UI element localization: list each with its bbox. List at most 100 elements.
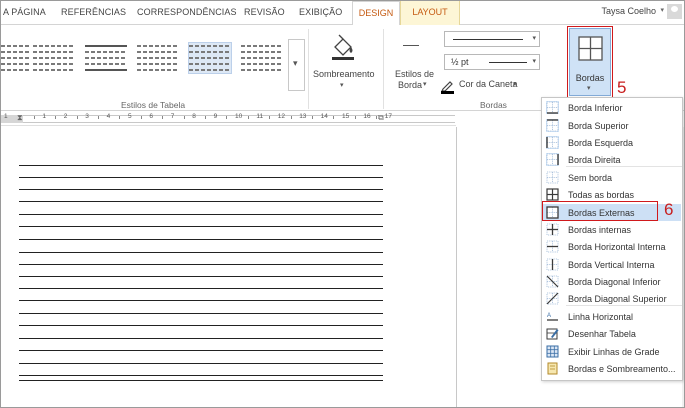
horizontal-line-icon: A bbox=[546, 310, 559, 323]
document-page[interactable] bbox=[1, 127, 457, 407]
table-row-line[interactable] bbox=[19, 264, 383, 265]
diagonal-down-border-icon bbox=[546, 275, 559, 288]
ruler-tick bbox=[97, 116, 99, 119]
menu-item-horizontal-line[interactable]: A Linha Horizontal bbox=[543, 308, 681, 325]
tab-layout[interactable]: LAYOUT bbox=[400, 1, 460, 25]
table-row-line[interactable] bbox=[19, 276, 383, 277]
menu-item-inside-horizontal-border[interactable]: Borda Horizontal Interna bbox=[543, 238, 681, 255]
table-row-line[interactable] bbox=[19, 226, 383, 227]
menu-item-label: Sem borda bbox=[568, 172, 613, 183]
table-style-thumb[interactable] bbox=[137, 43, 179, 73]
chevron-down-icon[interactable]: ▾ bbox=[532, 57, 536, 65]
table-style-thumb[interactable] bbox=[85, 43, 127, 73]
ruler-number: 10 bbox=[235, 113, 243, 120]
menu-item-diagonal-down-border[interactable]: Borda Diagonal Inferior bbox=[543, 273, 681, 290]
tab-references[interactable]: REFERÊNCIAS bbox=[61, 7, 126, 17]
menu-item-label: Borda Superior bbox=[568, 120, 629, 131]
gallery-more-button[interactable] bbox=[288, 39, 305, 91]
ruler-number: 9 bbox=[213, 113, 218, 120]
draw-table-icon bbox=[546, 327, 559, 340]
paint-bucket-icon[interactable] bbox=[329, 33, 357, 61]
menu-item-label: Borda Direita bbox=[568, 154, 621, 165]
tab-design[interactable]: DESIGN bbox=[352, 1, 400, 26]
table-row-line[interactable] bbox=[19, 214, 383, 215]
tab-review[interactable]: REVISÃO bbox=[244, 7, 285, 17]
table-row-line[interactable] bbox=[19, 313, 383, 314]
group-label-table-styles: Estilos de Tabela bbox=[121, 100, 186, 110]
ruler-number: 1 bbox=[4, 113, 8, 120]
table-row-line[interactable] bbox=[19, 363, 383, 364]
tab-view[interactable]: EXIBIÇÃO bbox=[299, 7, 342, 17]
chevron-down-icon[interactable]: ▾ bbox=[532, 34, 536, 42]
menu-item-label: Borda Inferior bbox=[568, 102, 623, 113]
table-row-line[interactable] bbox=[19, 380, 383, 381]
word-window: A PÁGINA REFERÊNCIAS CORRESPONDÊNCIAS RE… bbox=[0, 0, 685, 408]
table-row-line[interactable] bbox=[19, 239, 383, 240]
annotation-highlight-5 bbox=[567, 26, 613, 98]
line-style-combo[interactable]: ▾ bbox=[444, 31, 540, 47]
ruler-tick bbox=[204, 116, 206, 119]
table-row-line[interactable] bbox=[19, 338, 383, 339]
shading-button[interactable]: Sombreamento bbox=[313, 69, 375, 79]
ruler-number: 3 bbox=[85, 113, 89, 120]
ruler-number: 13 bbox=[299, 113, 307, 120]
table-row-line[interactable] bbox=[19, 325, 383, 326]
menu-item-border-left[interactable]: Borda Esquerda bbox=[543, 134, 681, 151]
horizontal-ruler[interactable]: ⧗ 1 2 3 4 5 6 7 8 9 10 11 12 13 14 15 16 17 1 ⧉ bbox=[1, 112, 456, 126]
table-row-line[interactable] bbox=[19, 165, 383, 166]
table-row-line[interactable] bbox=[19, 252, 383, 253]
ruler-tick bbox=[55, 116, 57, 119]
menu-item-no-border[interactable]: Sem borda bbox=[543, 169, 681, 186]
tab-page-layout[interactable]: A PÁGINA bbox=[3, 7, 46, 17]
inside-vertical-border-icon bbox=[546, 258, 559, 271]
table-style-thumb[interactable] bbox=[33, 43, 75, 73]
menu-item-label: Bordas internas bbox=[568, 224, 632, 235]
table-style-thumb-selected[interactable] bbox=[188, 42, 232, 74]
ruler-number: 16 bbox=[363, 113, 371, 120]
table-row-line[interactable] bbox=[19, 177, 383, 178]
ruler-number: 11 bbox=[256, 113, 264, 120]
table-row-line[interactable] bbox=[19, 288, 383, 289]
menu-item-border-top[interactable]: Borda Superior bbox=[543, 117, 681, 134]
chevron-down-icon[interactable]: ▾ bbox=[423, 80, 427, 88]
border-styles-button[interactable]: Estilos de bbox=[395, 69, 434, 79]
ruler-number: 1 bbox=[42, 113, 47, 120]
menu-item-inside-borders[interactable]: Bordas internas bbox=[543, 221, 681, 238]
ruler-number: 15 bbox=[342, 113, 350, 120]
ruler-tick bbox=[311, 116, 313, 119]
table-row-line[interactable] bbox=[19, 375, 383, 376]
border-styles-label[interactable]: Borda bbox=[398, 80, 422, 90]
chevron-down-icon[interactable]: ▾ bbox=[340, 81, 344, 89]
avatar[interactable] bbox=[667, 4, 682, 19]
column-marker-icon[interactable]: ⧉ bbox=[378, 113, 384, 123]
indent-marker-icon[interactable]: ⧗ bbox=[17, 113, 23, 123]
table-style-thumb[interactable] bbox=[241, 43, 283, 73]
table-row-line[interactable] bbox=[19, 300, 383, 301]
menu-item-inside-vertical-border[interactable]: Borda Vertical Interna bbox=[543, 256, 681, 273]
table-row-line[interactable] bbox=[19, 350, 383, 351]
table-row-line[interactable] bbox=[19, 189, 383, 190]
border-left-icon bbox=[546, 136, 559, 149]
menu-item-draw-table[interactable]: Desenhar Tabela bbox=[543, 325, 681, 342]
ribbon-tabs: A PÁGINA REFERÊNCIAS CORRESPONDÊNCIAS RE… bbox=[1, 1, 684, 26]
menu-item-label: Borda Horizontal Interna bbox=[568, 241, 666, 252]
pen-color-icon[interactable] bbox=[441, 79, 455, 94]
ruler-tick bbox=[269, 116, 271, 119]
table-style-thumb[interactable] bbox=[1, 43, 31, 73]
ruler-tick bbox=[162, 116, 164, 119]
menu-item-borders-shading[interactable]: Bordas e Sombreamento... bbox=[543, 360, 681, 377]
menu-item-view-gridlines[interactable]: Exibir Linhas de Grade bbox=[543, 343, 681, 360]
tab-mailings[interactable]: CORRESPONDÊNCIAS bbox=[137, 7, 237, 17]
ruler-number: 2 bbox=[63, 113, 68, 120]
chevron-down-icon[interactable]: ▾ bbox=[513, 80, 517, 88]
pen-color-button[interactable]: Cor da Caneta bbox=[459, 79, 518, 89]
inside-horizontal-border-icon bbox=[546, 240, 559, 253]
menu-item-label: Todas as bordas bbox=[568, 189, 635, 200]
ruler-tick bbox=[226, 116, 228, 119]
chevron-down-icon[interactable]: ▾ bbox=[660, 6, 664, 14]
user-name[interactable]: Taysa Coelho bbox=[601, 6, 656, 16]
diagonal-up-border-icon bbox=[546, 292, 559, 305]
pen-weight-combo[interactable]: ½ pt ▾ bbox=[444, 54, 540, 70]
table-row-line[interactable] bbox=[19, 201, 383, 202]
menu-item-border-bottom[interactable]: Borda Inferior bbox=[543, 99, 681, 116]
